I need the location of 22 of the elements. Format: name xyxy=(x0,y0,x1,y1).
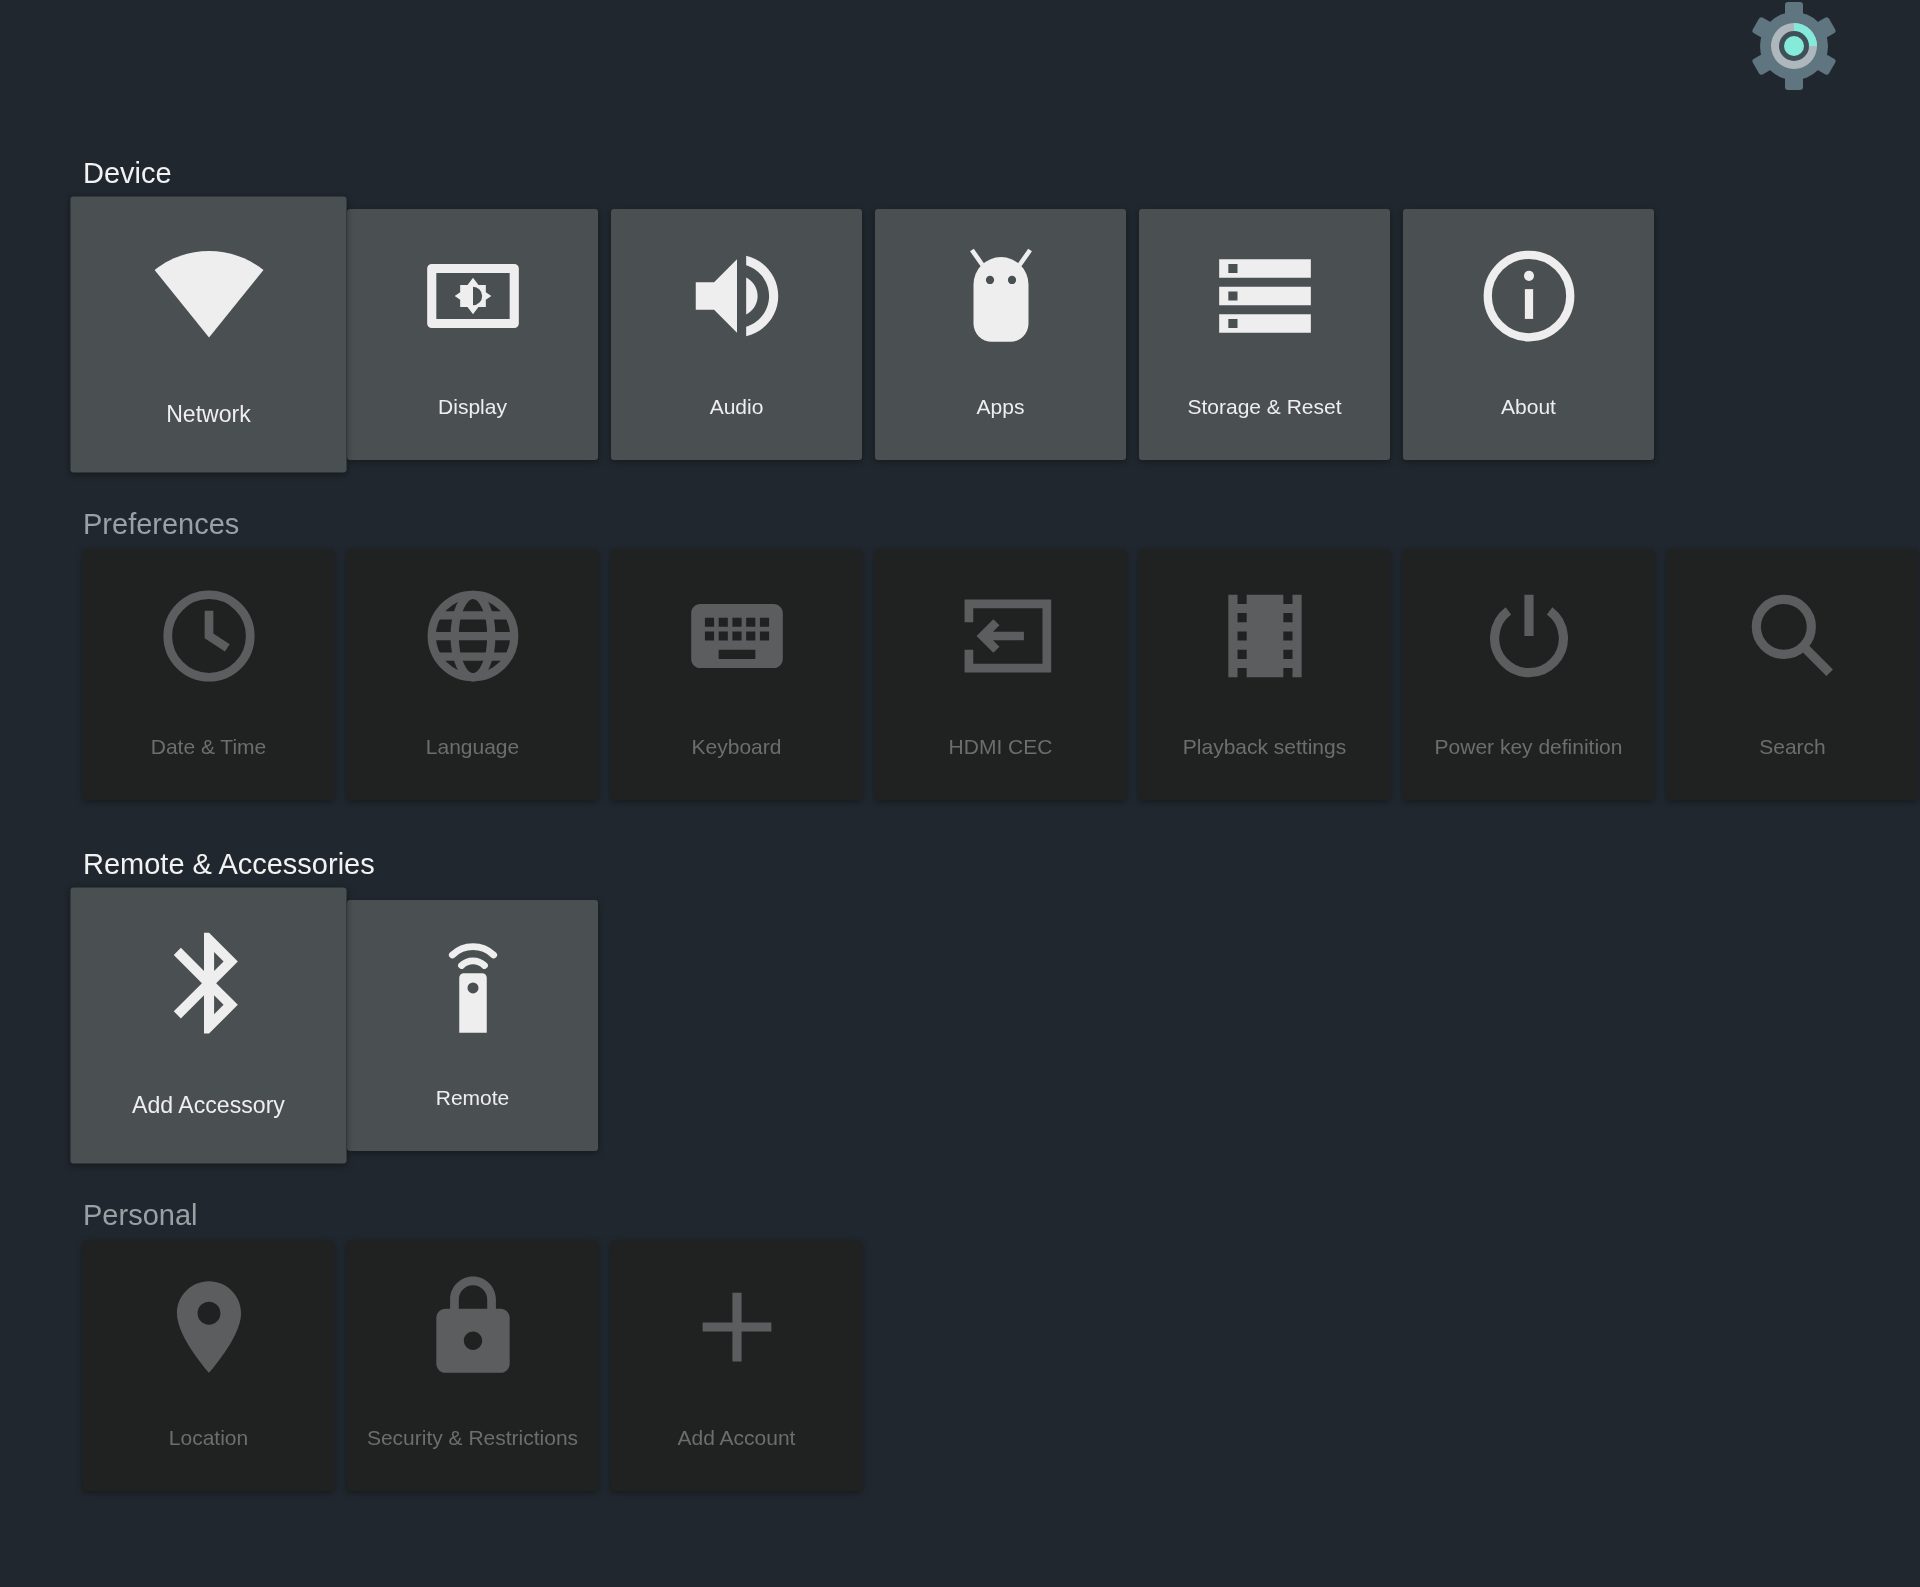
settings-tile[interactable]: Language xyxy=(347,549,598,800)
settings-tile[interactable]: Security & Restrictions xyxy=(347,1240,598,1491)
settings-tile[interactable]: Remote xyxy=(347,900,598,1151)
settings-tile[interactable]: About xyxy=(1403,209,1654,460)
settings-tile[interactable]: Audio xyxy=(611,209,862,460)
settings-tile[interactable]: Display xyxy=(347,209,598,460)
settings-tile[interactable]: Power key definition xyxy=(1403,549,1654,800)
settings-tile[interactable]: Add Account xyxy=(611,1240,862,1491)
settings-tile[interactable]: Keyboard xyxy=(611,549,862,800)
settings-tile[interactable]: Date & Time xyxy=(83,549,334,800)
settings-tile[interactable]: Apps xyxy=(875,209,1126,460)
settings-tile[interactable]: Location xyxy=(83,1240,334,1491)
settings-tile[interactable]: Playback settings xyxy=(1139,549,1390,800)
section-title: Remote & Accessories xyxy=(83,847,376,882)
section-title: Device xyxy=(83,156,173,191)
settings-tile[interactable]: Search xyxy=(1667,549,1918,800)
section-title: Preferences xyxy=(83,507,241,542)
section-title: Personal xyxy=(83,1198,199,1233)
settings-tile[interactable]: Storage & Reset xyxy=(1139,209,1390,460)
settings-tile[interactable]: HDMI CEC xyxy=(875,549,1126,800)
settings-tile[interactable]: Add Accessory xyxy=(70,887,347,1164)
settings-tile[interactable]: Network xyxy=(70,196,347,473)
